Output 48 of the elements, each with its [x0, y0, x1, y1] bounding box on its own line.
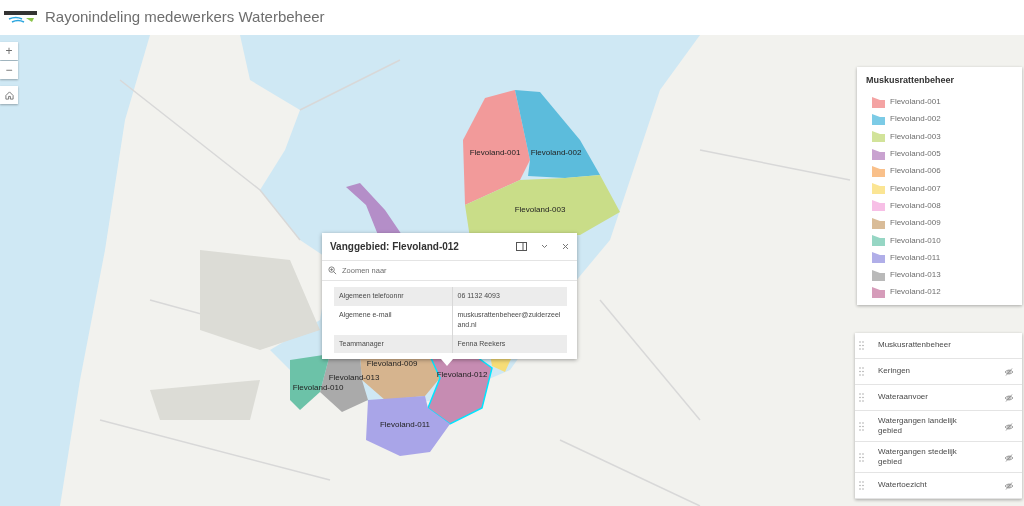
legend-label: Flevoland-001: [890, 96, 941, 109]
dock-button[interactable]: [516, 242, 527, 251]
drag-handle-icon[interactable]: [859, 393, 864, 402]
legend-label: Flevoland-012: [890, 286, 941, 299]
legend-label: Flevoland-011: [890, 251, 941, 264]
layer-item[interactable]: Watergangen landelijk gebied: [878, 415, 978, 437]
collapse-button[interactable]: [541, 244, 548, 249]
popup-title: Vanggebied: Flevoland-012: [330, 240, 460, 254]
legend-label: Flevoland-013: [890, 269, 941, 282]
region-label: Flevoland-009: [366, 359, 418, 368]
region-label: Flevoland-001: [469, 148, 521, 157]
hidden-eye-icon[interactable]: [1004, 368, 1014, 377]
close-button[interactable]: [562, 243, 569, 250]
region-label: Flevoland-002: [530, 148, 582, 157]
drag-handle-icon[interactable]: [859, 367, 864, 376]
layer-item[interactable]: Watertoezicht: [878, 480, 978, 491]
legend-label: Flevoland-003: [890, 130, 941, 143]
region-label: Flevoland-010: [292, 383, 344, 392]
layer-item[interactable]: Keringen: [878, 366, 978, 377]
home-icon: [4, 91, 14, 101]
hidden-eye-icon[interactable]: [1004, 482, 1014, 491]
legend-label: Flevoland-005: [890, 148, 941, 161]
hidden-eye-icon[interactable]: [1004, 394, 1014, 403]
region-label: Flevoland-011: [379, 420, 431, 429]
drag-handle-icon[interactable]: [859, 341, 864, 350]
legend-label: Flevoland-009: [890, 217, 941, 230]
hidden-eye-icon[interactable]: [1004, 422, 1014, 431]
legend-label: Flevoland-010: [890, 234, 941, 247]
layer-item[interactable]: Muskusrattenbeheer: [878, 340, 978, 351]
legend-label: Flevoland-006: [890, 165, 941, 178]
hidden-eye-icon[interactable]: [1004, 453, 1014, 462]
legend-label: Flevoland-002: [890, 113, 941, 126]
home-button[interactable]: [0, 86, 18, 104]
layer-item[interactable]: Wateraanvoer: [878, 392, 978, 403]
region-label: Flevoland-003: [514, 205, 566, 214]
legend-title: Muskusrattenbeheer: [866, 74, 956, 87]
drag-handle-icon[interactable]: [859, 452, 864, 462]
logo-drawing: [4, 9, 37, 26]
zoom-icon: [328, 266, 337, 276]
drag-handle-icon[interactable]: [859, 481, 864, 490]
region-label: Flevoland-013: [328, 373, 380, 382]
legend-label: Flevoland-008: [890, 199, 941, 212]
zoom-out-button[interactable]: −: [0, 61, 18, 79]
layer-item[interactable]: Watergangen stedelijk gebied: [878, 446, 978, 468]
zoom-in-button[interactable]: +: [0, 42, 18, 60]
legend-label: Flevoland-007: [890, 182, 941, 195]
app-title: Rayonindeling medewerkers Waterbeheer: [45, 7, 325, 28]
drag-handle-icon[interactable]: [859, 421, 864, 431]
